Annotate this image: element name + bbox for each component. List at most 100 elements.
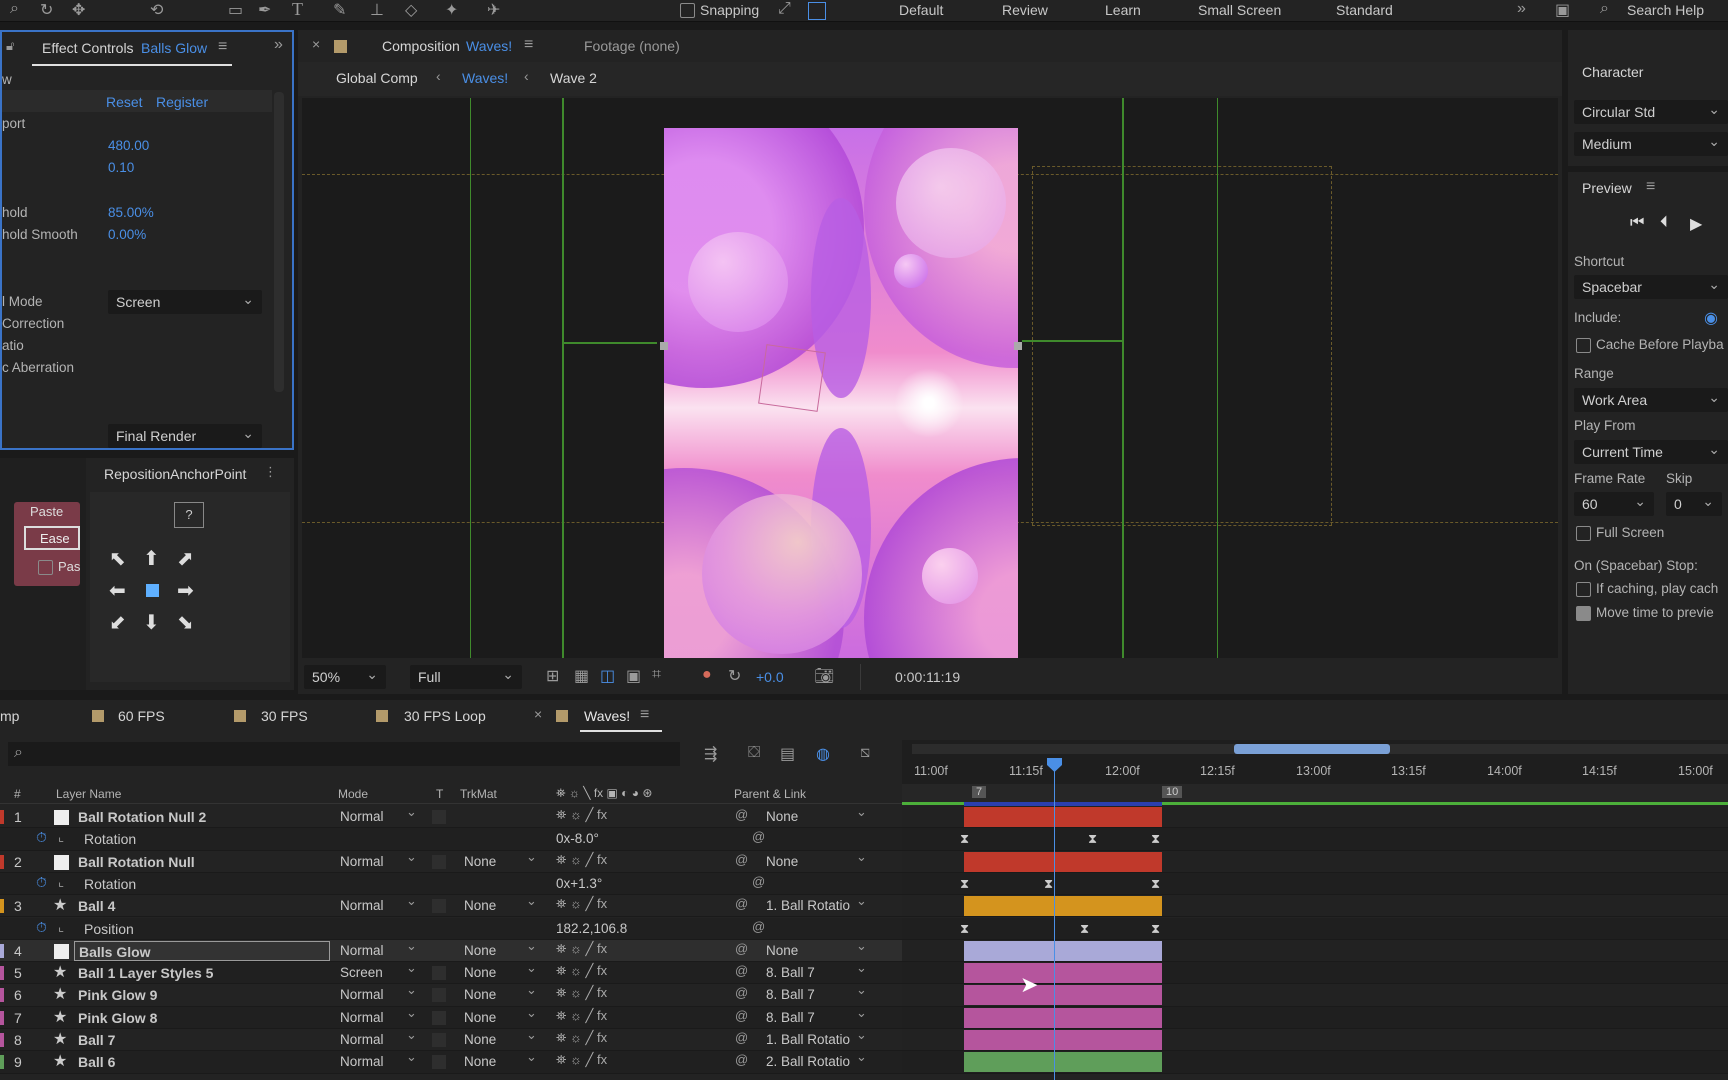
panel-menu-icon[interactable]: ≡ — [1646, 178, 1655, 196]
layer-duration-bar[interactable] — [964, 1030, 1162, 1050]
property-value[interactable]: 0x+1.3° — [556, 876, 602, 891]
preserve-transparency[interactable] — [432, 1055, 446, 1070]
preserve-transparency[interactable] — [432, 1010, 446, 1025]
mode-dropdown[interactable]: Normal — [340, 943, 384, 958]
region-icon[interactable]: ⊞ — [546, 666, 559, 686]
table-row[interactable]: 6 ★ Pink Glow 9 Normal ⌄ None ⌄ ⛯ ☼ ╱ fx @8. Bal… — [0, 982, 902, 1007]
parent-dropdown[interactable]: None — [766, 943, 798, 958]
expand-panel-icon[interactable]: » — [274, 36, 283, 54]
zoom-dropdown[interactable]: 50% — [304, 662, 386, 689]
trkmat-dropdown[interactable]: None — [464, 1032, 496, 1047]
mask-view-icon[interactable]: ◫ — [600, 666, 615, 686]
property-value[interactable]: 182.2,106.8 — [556, 921, 627, 936]
keyframe-icon[interactable]: ⧗ — [960, 831, 969, 847]
pick-whip-icon[interactable]: @ — [735, 1008, 748, 1023]
property-value[interactable]: 0x-8.0° — [556, 831, 599, 846]
keyframe-icon[interactable]: ⧗ — [1088, 831, 1097, 847]
layer-duration-bar[interactable] — [964, 896, 1162, 917]
roto-tool-icon[interactable]: ✦ — [445, 0, 458, 20]
table-row[interactable]: 2 Ball Rotation Null Normal ⌄ None ⌄ ⛯ ☼ ╱ fx @… — [0, 849, 902, 873]
label-color[interactable] — [0, 1010, 4, 1025]
range-dropdown[interactable]: Work Area — [1574, 385, 1728, 412]
effect-value[interactable]: 480.00 — [108, 138, 149, 153]
layer-switches[interactable]: ⛯ ☼ ╱ fx — [556, 1008, 607, 1024]
ease-button[interactable]: Ease — [24, 526, 80, 550]
label-color[interactable] — [0, 943, 4, 958]
timeline-search-input[interactable] — [8, 742, 680, 766]
frame-rate-dropdown[interactable]: 60 — [1574, 489, 1654, 516]
layer-switches[interactable]: ⛯ ☼ ╱ fx — [556, 963, 607, 979]
snap-grid-icon[interactable] — [808, 2, 826, 20]
layer-switches[interactable]: ⛯ ☼ ╱ fx — [556, 1052, 607, 1068]
previous-frame-icon[interactable]: ⏴ — [1660, 214, 1668, 232]
keyframe-icon[interactable]: ⧗ — [1044, 876, 1053, 892]
arrow-down-right-icon[interactable]: ⬊ — [177, 610, 194, 635]
keyframe-icon[interactable]: ⧗ — [960, 876, 969, 892]
layer-duration-bar[interactable] — [964, 1007, 1162, 1028]
trkmat-dropdown[interactable]: None — [464, 854, 496, 869]
label-color[interactable] — [0, 966, 4, 981]
track-row[interactable] — [902, 850, 1728, 873]
render-mode-dropdown[interactable]: Final Render — [108, 421, 262, 448]
column-layer-name[interactable]: Layer Name — [56, 787, 121, 801]
arrow-down-icon[interactable]: ⬇ — [143, 610, 160, 635]
layer-name[interactable]: Pink Glow 8 — [74, 1008, 330, 1028]
table-row[interactable]: 9 ★ Ball 6 Normal ⌄ None ⌄ ⛯ ☼ ╱ fx @2. Ball Rot… — [0, 1049, 902, 1074]
mode-dropdown[interactable]: Screen — [340, 965, 383, 980]
table-row[interactable]: 5 ★ Ball 1 Layer Styles 5 Screen ⌄ None ⌄ ⛯ ☼ ╱… — [0, 960, 902, 985]
workspace-menu-icon[interactable]: ▣ — [1555, 0, 1570, 20]
table-row[interactable]: 1 Ball Rotation Null 2 Normal ⌄ ⛯ ☼ ╱ fx @ Non… — [0, 804, 902, 829]
trkmat-dropdown[interactable]: None — [464, 965, 496, 980]
layer-switches[interactable]: ⛯ ☼ ╱ fx — [556, 807, 607, 823]
if-caching-checkbox[interactable] — [1576, 582, 1591, 597]
close-tab-icon[interactable]: × — [312, 36, 320, 52]
graph-icon[interactable]: ⌞ — [58, 829, 64, 845]
track-row[interactable] — [902, 1006, 1728, 1029]
help-button[interactable]: ? — [174, 502, 204, 528]
arrow-left-icon[interactable]: ⬅ — [109, 578, 126, 603]
lock-icon[interactable]: 🔓︎ — [6, 38, 14, 54]
shy-layers-icon[interactable]: ⇶ — [704, 744, 717, 764]
layer-switches[interactable]: ⛯ ☼ ╱ fx — [556, 852, 607, 868]
label-color[interactable] — [0, 1055, 4, 1070]
layer-duration-bar[interactable] — [964, 1052, 1162, 1073]
pick-whip-icon[interactable]: @ — [752, 874, 765, 889]
layer-duration-bar[interactable] — [964, 963, 1162, 984]
track-row[interactable] — [902, 895, 1728, 918]
panel-menu-icon[interactable]: ≡ — [640, 706, 649, 724]
panel-menu-icon[interactable]: ⋮ — [264, 464, 277, 480]
pick-whip-icon[interactable]: @ — [735, 1052, 748, 1067]
preserve-transparency[interactable] — [432, 966, 446, 981]
puppet-tool-icon[interactable]: ✈ — [487, 0, 500, 20]
graph-editor-icon[interactable]: ⧅ — [860, 744, 870, 762]
rectangle-tool-icon[interactable]: ▭ — [228, 0, 243, 20]
mode-dropdown[interactable]: Normal — [340, 854, 384, 869]
parent-dropdown[interactable]: 8. Ball 7 — [766, 1010, 815, 1025]
keyframe-icon[interactable]: ⧗ — [1080, 921, 1089, 937]
parent-dropdown[interactable]: 8. Ball 7 — [766, 965, 815, 980]
trkmat-dropdown[interactable]: None — [464, 1054, 496, 1069]
preserve-transparency[interactable] — [432, 854, 446, 869]
breadcrumb-global-comp[interactable]: Global Comp — [336, 70, 418, 86]
workspace-standard[interactable]: Standard — [1336, 2, 1393, 18]
panel-menu-icon[interactable]: ≡ — [524, 36, 533, 54]
layer-switches[interactable]: ⛯ ☼ ╱ fx — [556, 1030, 607, 1046]
grid-icon[interactable]: ⌗ — [652, 666, 661, 684]
layer-duration-bar[interactable] — [964, 985, 1162, 1006]
trkmat-dropdown[interactable]: None — [464, 987, 496, 1002]
effect-value[interactable]: 0.10 — [108, 160, 134, 175]
frame-blending-icon[interactable]: ▤ — [780, 744, 795, 764]
layer-name[interactable]: Balls Glow — [74, 940, 330, 961]
resolution-dropdown[interactable]: Full — [410, 662, 522, 689]
snapping-checkbox[interactable] — [680, 3, 695, 18]
workspace-default[interactable]: Default — [899, 2, 943, 18]
layer-duration-bar[interactable] — [964, 940, 1162, 961]
comp-viewport[interactable] — [302, 98, 1558, 658]
skip-dropdown[interactable]: 0 — [1666, 489, 1722, 516]
panel-menu-icon[interactable]: ≡ — [218, 38, 227, 56]
label-color[interactable] — [0, 899, 4, 914]
pick-whip-icon[interactable]: @ — [735, 896, 748, 911]
mode-dropdown[interactable]: Normal — [340, 1032, 384, 1047]
blend-mode-dropdown[interactable]: Screen — [108, 287, 262, 314]
zoom-tool-icon[interactable]: ⌕ — [10, 0, 19, 18]
